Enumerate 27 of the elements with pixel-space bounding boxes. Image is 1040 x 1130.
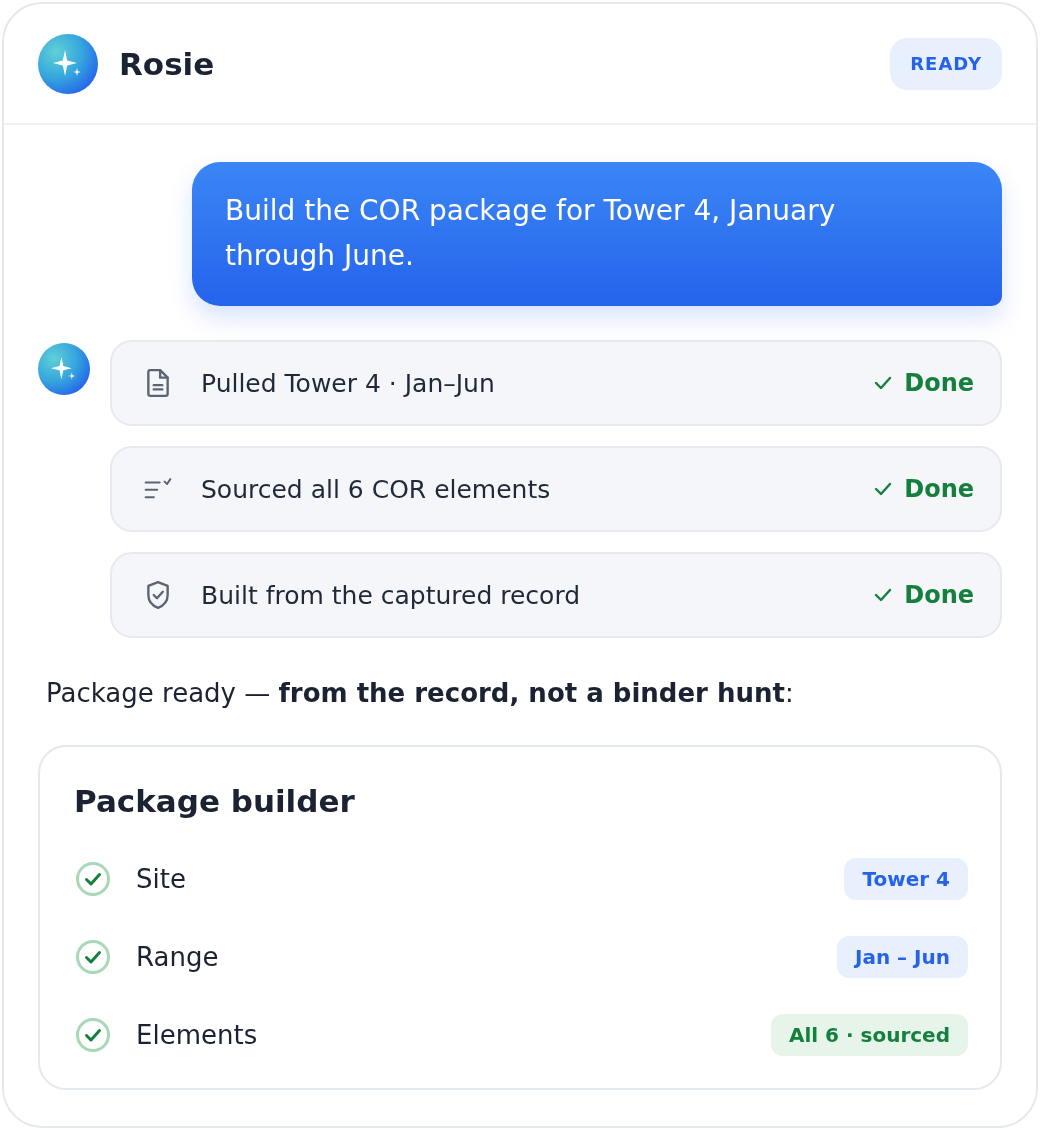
builder-title: Package builder (74, 782, 356, 821)
value-tag: Tower 4 (844, 858, 968, 900)
check-icon (874, 482, 893, 496)
step-text: Built from the captured record (201, 580, 582, 610)
shield-check-icon (144, 580, 172, 610)
document-icon (144, 368, 172, 398)
status-badge: READY (890, 37, 1002, 90)
check-circle-icon (76, 862, 110, 896)
step-text: Sourced all 6 COR elements (201, 474, 552, 504)
check-circle-icon (76, 940, 110, 974)
check-icon (874, 588, 893, 602)
step-status: Done (904, 369, 974, 397)
step-status: Done (904, 475, 974, 503)
field-label: Site (136, 864, 187, 894)
sparkle-icon (38, 343, 90, 395)
step-status: Done (904, 581, 974, 609)
summary-text: Package ready — from the record, not a binder hunt: (45, 677, 795, 710)
field-label: Range (136, 942, 220, 972)
user-message: Build the COR package for Tower 4, January through June. (192, 162, 1002, 306)
check-icon (874, 376, 893, 390)
assistant-name: Rosie (119, 45, 215, 82)
sparkle-icon (38, 33, 98, 94)
field-label: Elements (136, 1020, 259, 1050)
value-tag: Jan – Jun (836, 936, 968, 978)
value-tag: All 6 · sourced (770, 1014, 968, 1056)
step-text: Pulled Tower 4 · Jan–Jun (201, 368, 496, 398)
check-circle-icon (76, 1018, 110, 1052)
